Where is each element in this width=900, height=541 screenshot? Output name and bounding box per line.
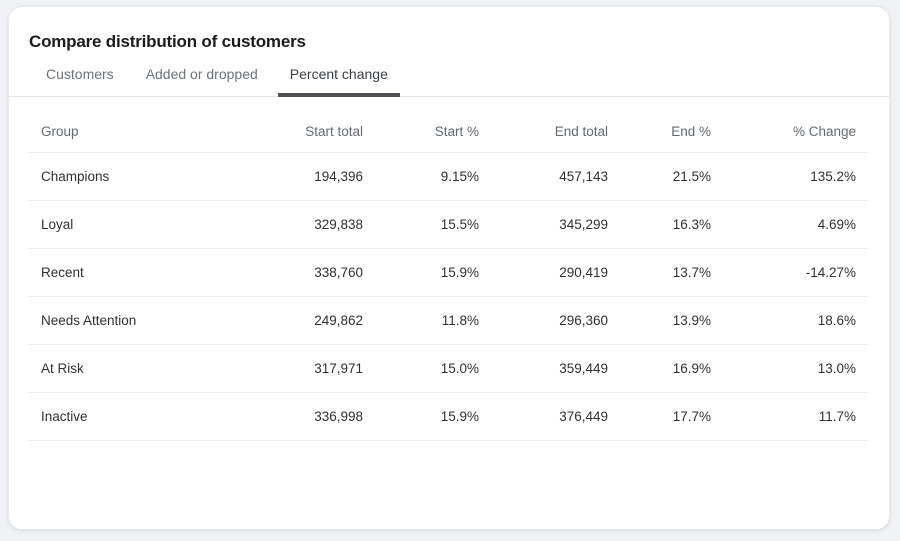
cell-end-total: 359,449 <box>479 345 608 393</box>
cell-start-percent: 15.0% <box>363 345 479 393</box>
table-row: Inactive 336,998 15.9% 376,449 17.7% 11.… <box>29 393 867 441</box>
cell-group: Recent <box>29 249 239 297</box>
cell-group: Inactive <box>29 393 239 441</box>
percent-change-table: Group Start total Start % End total End … <box>29 97 867 441</box>
cell-end-total: 296,360 <box>479 297 608 345</box>
cell-group: Needs Attention <box>29 297 239 345</box>
column-header-end-total: End total <box>479 97 608 153</box>
column-header-start-percent: Start % <box>363 97 479 153</box>
column-header-end-percent: End % <box>608 97 711 153</box>
cell-start-total: 329,838 <box>239 201 363 249</box>
cell-end-percent: 17.7% <box>608 393 711 441</box>
cell-percent-change: 11.7% <box>711 393 867 441</box>
cell-end-percent: 16.3% <box>608 201 711 249</box>
tab-bar: Customers Added or dropped Percent chang… <box>9 65 889 97</box>
cell-end-total: 290,419 <box>479 249 608 297</box>
table-header-row: Group Start total Start % End total End … <box>29 97 867 153</box>
cell-end-total: 345,299 <box>479 201 608 249</box>
cell-start-percent: 11.8% <box>363 297 479 345</box>
cell-start-total: 336,998 <box>239 393 363 441</box>
table-row: Needs Attention 249,862 11.8% 296,360 13… <box>29 297 867 345</box>
page-background: Compare distribution of customers Custom… <box>0 0 900 541</box>
table-row: At Risk 317,971 15.0% 359,449 16.9% 13.0… <box>29 345 867 393</box>
cell-start-total: 194,396 <box>239 153 363 201</box>
cell-end-percent: 16.9% <box>608 345 711 393</box>
cell-percent-change: 135.2% <box>711 153 867 201</box>
cell-start-total: 338,760 <box>239 249 363 297</box>
cell-group: Loyal <box>29 201 239 249</box>
card-title: Compare distribution of customers <box>29 31 869 53</box>
table-row: Champions 194,396 9.15% 457,143 21.5% 13… <box>29 153 867 201</box>
tab-added-or-dropped[interactable]: Added or dropped <box>134 65 270 96</box>
table-container: Group Start total Start % End total End … <box>29 97 865 441</box>
cell-start-percent: 15.9% <box>363 249 479 297</box>
cell-percent-change: 13.0% <box>711 345 867 393</box>
column-header-start-total: Start total <box>239 97 363 153</box>
cell-end-percent: 21.5% <box>608 153 711 201</box>
cell-percent-change: 4.69% <box>711 201 867 249</box>
tab-customers[interactable]: Customers <box>34 65 126 96</box>
cell-start-total: 317,971 <box>239 345 363 393</box>
cell-start-percent: 9.15% <box>363 153 479 201</box>
compare-distribution-card: Compare distribution of customers Custom… <box>8 6 890 530</box>
card-header: Compare distribution of customers <box>9 7 889 53</box>
cell-start-percent: 15.5% <box>363 201 479 249</box>
cell-start-total: 249,862 <box>239 297 363 345</box>
cell-group: At Risk <box>29 345 239 393</box>
cell-percent-change: -14.27% <box>711 249 867 297</box>
cell-end-percent: 13.9% <box>608 297 711 345</box>
cell-end-percent: 13.7% <box>608 249 711 297</box>
tab-percent-change[interactable]: Percent change <box>278 65 400 96</box>
column-header-group: Group <box>29 97 239 153</box>
table-row: Loyal 329,838 15.5% 345,299 16.3% 4.69% <box>29 201 867 249</box>
cell-group: Champions <box>29 153 239 201</box>
cell-end-total: 376,449 <box>479 393 608 441</box>
cell-percent-change: 18.6% <box>711 297 867 345</box>
table-row: Recent 338,760 15.9% 290,419 13.7% -14.2… <box>29 249 867 297</box>
cell-start-percent: 15.9% <box>363 393 479 441</box>
cell-end-total: 457,143 <box>479 153 608 201</box>
column-header-percent-change: % Change <box>711 97 867 153</box>
